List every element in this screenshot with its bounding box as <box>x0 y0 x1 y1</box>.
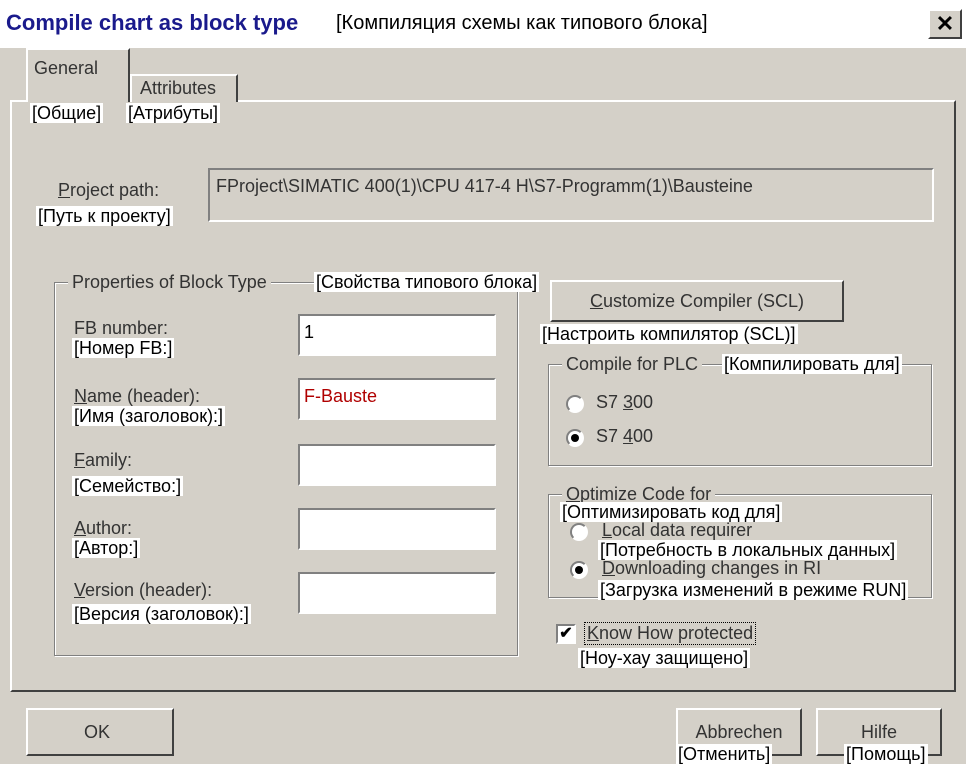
name-translation: [Имя (заголовок):] <box>72 406 226 426</box>
know-how-translation: [Ноу-хау защищено] <box>578 648 751 668</box>
dialog-title-translation: [Компиляция схемы как типового блока] <box>336 12 708 34</box>
optimize-legend-translation: [Оптимизировать код для] <box>560 502 783 522</box>
author-field[interactable] <box>298 508 496 550</box>
fb-number-translation: [Номер FB:] <box>72 338 175 358</box>
s7-400-option[interactable]: S7 400 <box>566 426 706 452</box>
s7-300-radio[interactable] <box>566 395 584 413</box>
downloading-changes-label: Downloading changes in RI <box>602 558 822 578</box>
author-translation: [Автор:] <box>72 538 141 558</box>
cancel-button-label: Abbrechen <box>695 722 783 742</box>
name-label: Name (header): <box>74 386 201 406</box>
close-button[interactable]: ✕ <box>928 9 962 39</box>
version-field[interactable] <box>298 572 496 614</box>
family-translation: [Семейство:] <box>72 476 184 496</box>
customize-compiler-translation: [Настроить компилятор (SCL)] <box>540 324 798 344</box>
version-label: Version (header): <box>74 580 213 600</box>
s7-300-option[interactable]: S7 300 <box>566 392 706 418</box>
help-button-label: Hilfe <box>860 722 897 742</box>
help-button-translation: [Помощь] <box>844 744 928 764</box>
s7-300-label: S7 300 <box>596 392 654 412</box>
downloading-changes-option[interactable]: Downloading changes in RI <box>570 558 870 582</box>
tab-attributes-label: Attributes <box>140 78 217 98</box>
compile-for-legend-translation: [Компилировать для] <box>722 354 902 374</box>
fb-number-value: 1 <box>304 322 315 342</box>
know-how-checkbox[interactable]: ✔ <box>556 624 576 644</box>
family-label: Family: <box>74 450 133 470</box>
name-field[interactable]: F-Bauste <box>298 378 496 420</box>
project-path-field: FProject\SIMATIC 400(1)\CPU 417-4 H\S7-P… <box>208 168 934 222</box>
tab-attributes-translation: [Атрибуты] <box>126 103 221 123</box>
fb-number-field[interactable]: 1 <box>298 314 496 356</box>
local-data-translation: [Потребность в локальных данных] <box>598 540 898 560</box>
dialog-title: Compile chart as block type <box>6 10 299 35</box>
s7-400-label: S7 400 <box>596 426 654 446</box>
downloading-changes-translation: [Загрузка изменений в режиме RUN] <box>598 580 909 600</box>
tab-general[interactable]: General <box>26 48 130 102</box>
author-label: Author: <box>74 518 133 538</box>
know-how-label[interactable]: Know How protected <box>584 622 757 645</box>
properties-legend-translation: [Свойства типового блока] <box>314 272 540 292</box>
project-path-translation: [Путь к проекту] <box>36 206 173 226</box>
family-field[interactable] <box>298 444 496 486</box>
ok-button-label: OK <box>84 722 111 742</box>
project-path-label: Project path: <box>58 180 160 200</box>
tab-attributes[interactable]: Attributes <box>130 74 238 102</box>
project-path-value: FProject\SIMATIC 400(1)\CPU 417-4 H\S7-P… <box>216 176 753 196</box>
local-data-label: Local data requirer <box>602 520 753 540</box>
ok-button[interactable]: OK <box>26 708 174 756</box>
cancel-button-translation: [Отменить] <box>676 744 773 764</box>
s7-400-radio[interactable] <box>566 429 584 447</box>
properties-legend: Properties of Block Type <box>68 272 271 293</box>
version-translation: [Версия (заголовок):] <box>72 604 251 624</box>
downloading-changes-radio[interactable] <box>570 561 588 579</box>
local-data-radio[interactable] <box>570 523 588 541</box>
tab-general-translation: [Общие] <box>30 103 104 123</box>
name-value: F-Bauste <box>304 386 378 406</box>
fb-number-label: FB number: <box>74 318 169 338</box>
tab-general-label: General <box>34 58 99 78</box>
customize-compiler-button[interactable]: Customize Compiler (SCL) <box>550 280 844 322</box>
compile-for-legend: Compile for PLC <box>562 354 703 375</box>
